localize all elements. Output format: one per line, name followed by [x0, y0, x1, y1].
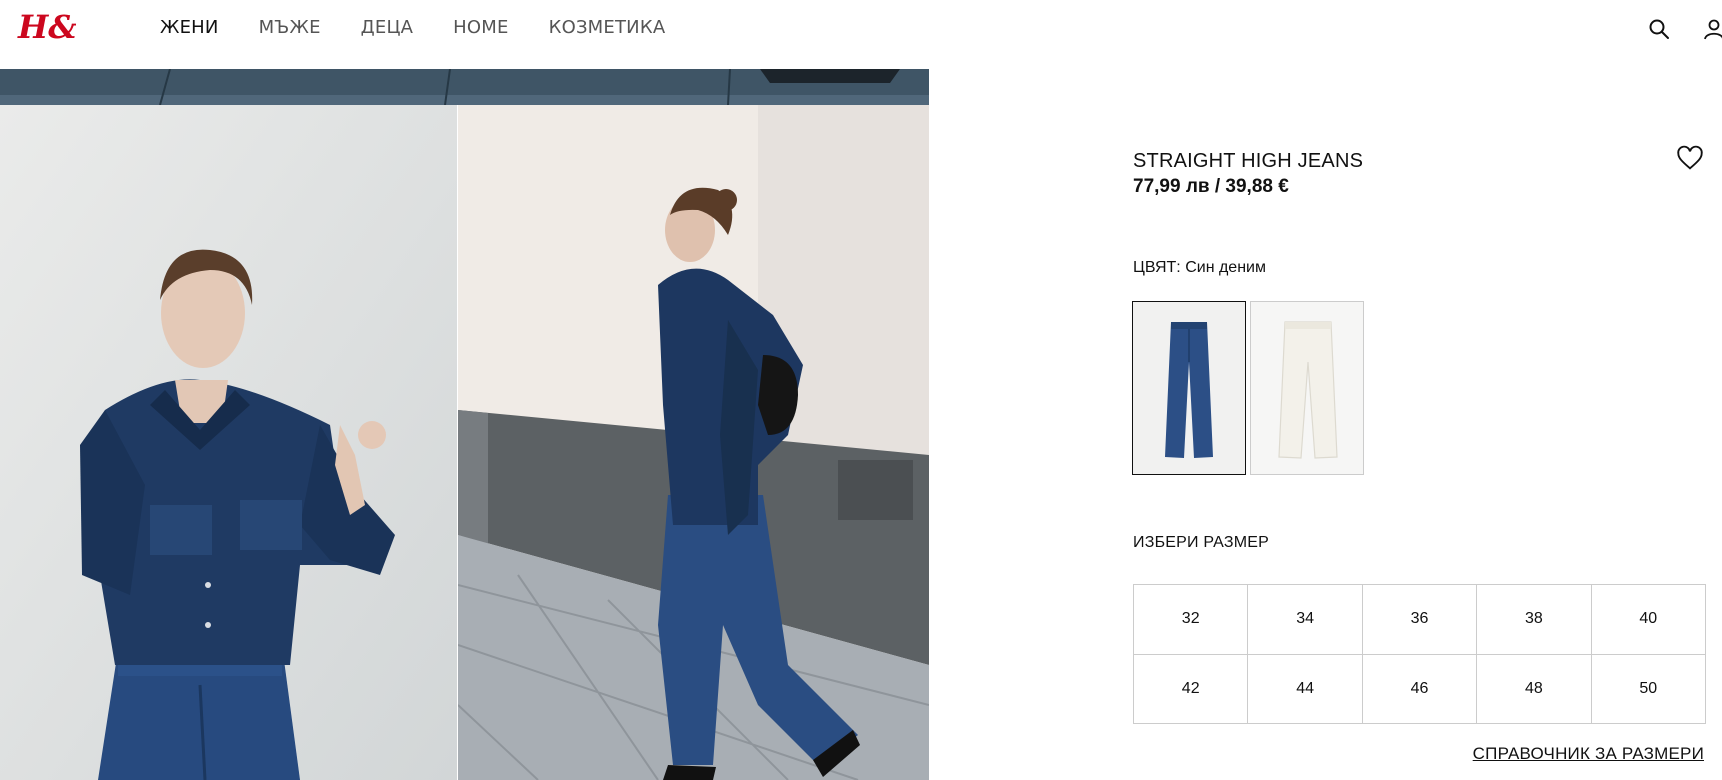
size-section-label: ИЗБЕРИ РАЗМЕР: [1133, 534, 1269, 551]
svg-text:H&M: H&M: [17, 8, 76, 46]
product-price: 77,99 лв / 39,88 €: [1133, 176, 1289, 197]
nav-item-women[interactable]: ЖЕНИ: [160, 16, 219, 40]
size-guide-link[interactable]: СПРАВОЧНИК ЗА РАЗМЕРИ: [1473, 744, 1704, 764]
product-photo-front[interactable]: [0, 105, 457, 780]
size-option[interactable]: 44: [1248, 654, 1363, 724]
nav-item-men[interactable]: МЪЖЕ: [259, 16, 321, 40]
size-option[interactable]: 48: [1477, 654, 1592, 724]
nav-item-kids[interactable]: ДЕЦА: [361, 16, 414, 40]
color-label: ЦВЯТ: Син деним: [1133, 259, 1266, 276]
product-title: STRAIGHT HIGH JEANS: [1133, 150, 1364, 172]
size-option[interactable]: 50: [1591, 654, 1706, 724]
main-nav: ЖЕНИ МЪЖЕ ДЕЦА HOME КОЗМЕТИКА: [160, 16, 705, 40]
gallery-previous-image: [0, 69, 929, 105]
size-grid: 32 34 36 38 40 42 44 46 48 50: [1133, 584, 1706, 724]
account-icon[interactable]: [1702, 17, 1722, 41]
product-photo-side[interactable]: [458, 105, 929, 780]
color-swatch-denim-blue[interactable]: [1132, 301, 1246, 475]
size-option[interactable]: 42: [1134, 654, 1249, 724]
size-option[interactable]: 36: [1362, 585, 1478, 655]
size-option[interactable]: 40: [1591, 585, 1706, 655]
size-option[interactable]: 34: [1248, 585, 1363, 655]
search-icon[interactable]: [1647, 17, 1671, 41]
hm-logo[interactable]: H&M: [16, 6, 76, 46]
favorite-heart-icon[interactable]: [1676, 145, 1704, 173]
size-option[interactable]: 32: [1134, 585, 1249, 655]
size-option[interactable]: 38: [1477, 585, 1592, 655]
nav-item-cosmetics[interactable]: КОЗМЕТИКА: [549, 16, 666, 40]
nav-item-home[interactable]: HOME: [453, 16, 508, 40]
site-header: H&M ЖЕНИ МЪЖЕ ДЕЦА HOME КОЗМЕТИКА: [0, 0, 1722, 62]
color-swatch-white[interactable]: [1250, 301, 1364, 475]
size-option[interactable]: 46: [1362, 654, 1478, 724]
